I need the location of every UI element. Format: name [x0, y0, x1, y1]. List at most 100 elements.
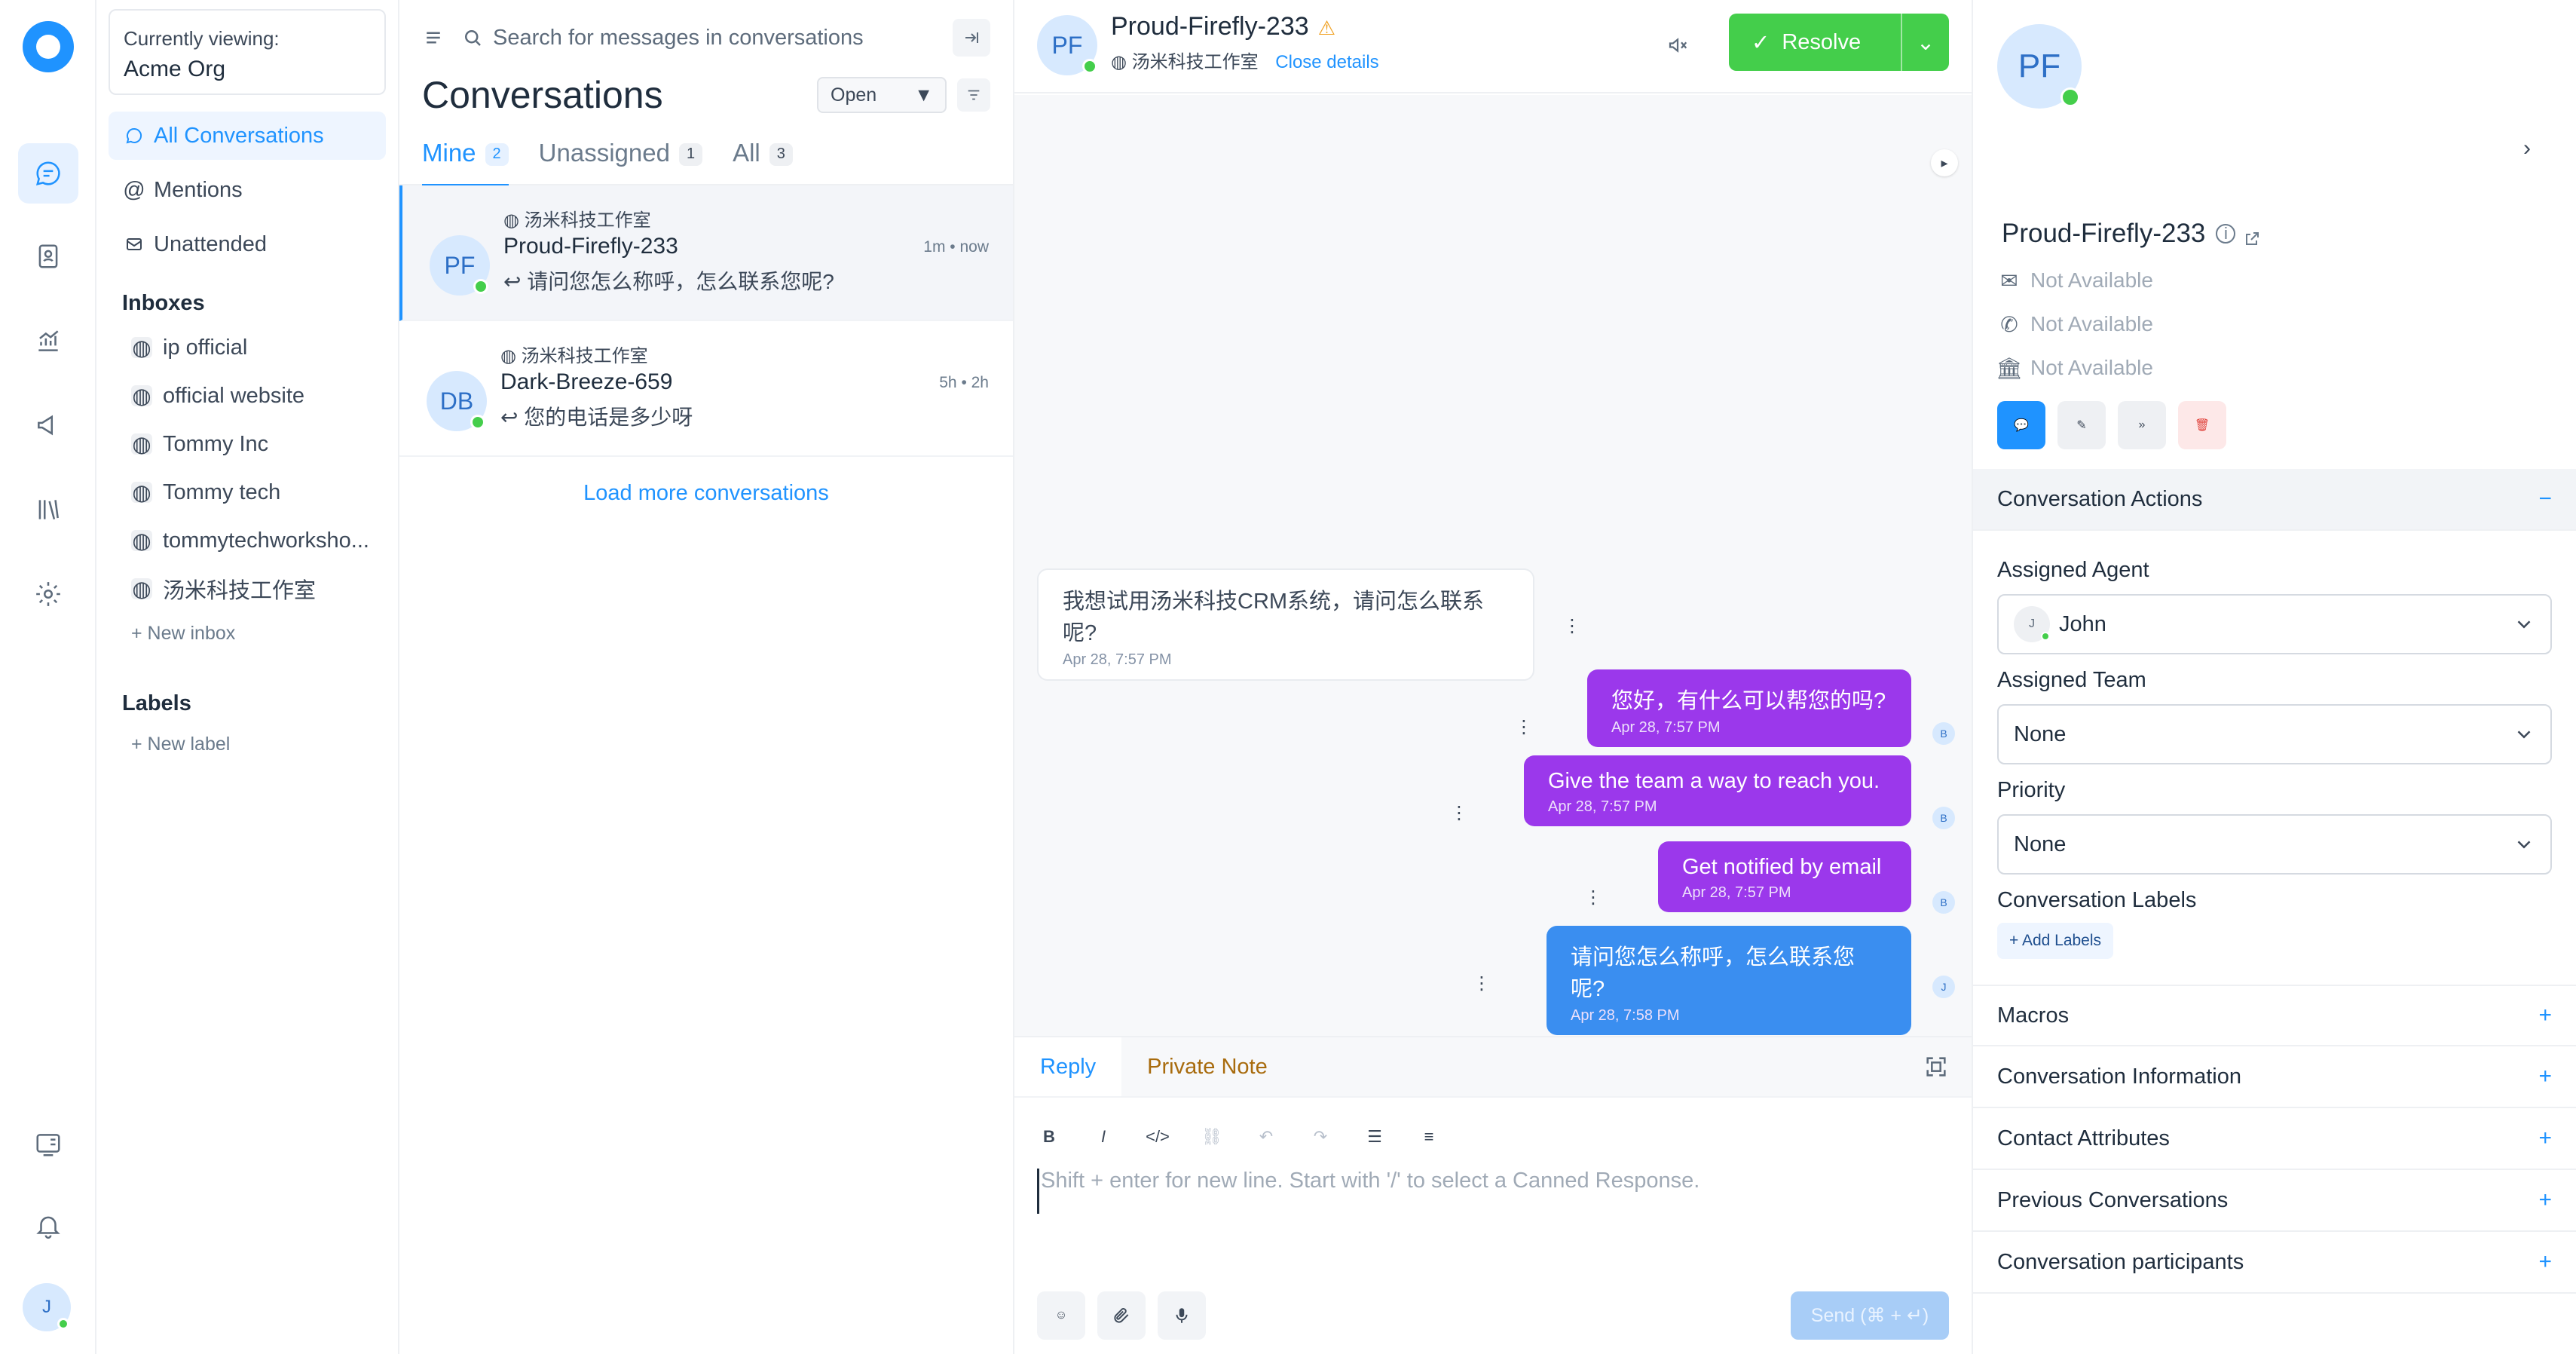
chevron-right-icon[interactable]: ›: [2523, 136, 2531, 161]
conversation-time: 1m • now: [923, 238, 989, 256]
new-message-button[interactable]: 💬: [1997, 401, 2045, 449]
resolve-dropdown-chevron-icon[interactable]: ⌄: [1901, 14, 1949, 71]
conversations-icon[interactable]: [18, 143, 78, 204]
link-icon[interactable]: ⛓: [1200, 1125, 1224, 1149]
expand-plus-icon: +: [2538, 1126, 2552, 1150]
collapse-sidebar-button[interactable]: [953, 19, 990, 57]
italic-icon[interactable]: I: [1091, 1125, 1115, 1149]
online-status-dot: [1082, 59, 1097, 74]
conversation-information-section[interactable]: Conversation Information +: [1973, 1046, 2576, 1108]
message-menu-icon[interactable]: ⋮: [1473, 973, 1491, 994]
info-icon[interactable]: i: [2216, 224, 2236, 244]
code-icon[interactable]: </>: [1146, 1125, 1170, 1149]
message-menu-icon[interactable]: ⋮: [1584, 887, 1602, 908]
microphone-icon[interactable]: [1158, 1291, 1206, 1340]
inbox-item[interactable]: ◍ Tommy Inc: [109, 420, 386, 468]
add-labels-button[interactable]: + Add Labels: [1997, 923, 2114, 959]
inbox-item[interactable]: ◍ tommytechworksho...: [109, 516, 386, 565]
merge-contact-button[interactable]: »: [2118, 401, 2166, 449]
tab-mine[interactable]: Mine 2: [422, 133, 509, 187]
new-inbox-link[interactable]: + New inbox: [109, 613, 386, 654]
bold-icon[interactable]: B: [1037, 1125, 1061, 1149]
emoji-icon[interactable]: ☺: [1037, 1291, 1085, 1340]
message-text: Get notified by email: [1682, 855, 1882, 879]
contact-attributes-section[interactable]: Contact Attributes +: [1973, 1108, 2576, 1170]
inbox-label: tommytechworksho...: [163, 528, 369, 553]
inbox-item[interactable]: ◍ 汤米科技工作室: [109, 565, 386, 613]
message-menu-icon[interactable]: ⋮: [1450, 802, 1468, 824]
hamburger-menu-icon[interactable]: [422, 26, 445, 49]
inbox-item[interactable]: ◍ ip official: [109, 323, 386, 372]
assigned-team-select[interactable]: None: [1997, 704, 2552, 764]
conversation-participants-section[interactable]: Conversation participants +: [1973, 1232, 2576, 1294]
load-more-conversations[interactable]: Load more conversations: [399, 481, 1013, 506]
status-filter-select[interactable]: Open ▼: [817, 77, 947, 113]
online-status-dot: [2041, 632, 2050, 641]
reports-icon[interactable]: [18, 311, 78, 371]
inbox-item[interactable]: ◍ Tommy tech: [109, 468, 386, 516]
attachment-icon[interactable]: [1097, 1291, 1146, 1340]
nav-mentions[interactable]: @ Mentions: [109, 166, 386, 214]
contact-avatar[interactable]: PF: [1037, 15, 1097, 75]
tab-reply[interactable]: Reply: [1014, 1037, 1122, 1096]
agent-initial: J: [1941, 981, 1947, 993]
send-button[interactable]: Send (⌘ + ↵): [1791, 1291, 1949, 1340]
tab-all[interactable]: All 3: [733, 133, 793, 185]
external-link-icon[interactable]: [2243, 225, 2261, 245]
expand-plus-icon: +: [2538, 1003, 2552, 1028]
conversation-card[interactable]: PF ◍ 汤米科技工作室 Proud-Firefly-233 ↩ 请问您怎么称呼…: [399, 185, 1013, 321]
close-details-link[interactable]: Close details: [1275, 52, 1378, 72]
nav-all-conversations-label: All Conversations: [154, 123, 324, 148]
inboxes-heading: Inboxes: [122, 291, 205, 315]
contacts-icon[interactable]: [18, 226, 78, 286]
settings-icon[interactable]: [18, 564, 78, 624]
inbox-item[interactable]: ◍ official website: [109, 372, 386, 420]
app-logo[interactable]: [23, 21, 74, 72]
notifications-bell-icon[interactable]: [18, 1196, 78, 1256]
edit-contact-button[interactable]: ✎: [2057, 401, 2106, 449]
priority-select[interactable]: None: [1997, 814, 2552, 875]
message-menu-icon[interactable]: ⋮: [1563, 615, 1581, 637]
nav-all-conversations[interactable]: All Conversations: [109, 112, 386, 160]
library-icon[interactable]: [18, 479, 78, 540]
agent-avatar: J: [1932, 976, 1955, 998]
trash-icon: 🗑: [2194, 419, 2210, 432]
bullet-list-icon[interactable]: ☰: [1363, 1125, 1387, 1149]
conversation-last-message: ↩ 请问您怎么称呼，怎么联系您呢?: [503, 270, 834, 293]
new-label-link[interactable]: + New label: [109, 724, 386, 764]
numbered-list-icon[interactable]: ≡: [1417, 1125, 1441, 1149]
account-switcher[interactable]: Currently viewing: Acme Org: [109, 9, 386, 95]
dashboard-apps-icon[interactable]: [18, 1114, 78, 1175]
message-time: Apr 28, 7:57 PM: [1611, 719, 1721, 736]
filter-button[interactable]: [957, 78, 990, 112]
reply-editor[interactable]: Shift + enter for new line. Start with '…: [1037, 1169, 1972, 1214]
tab-unassigned[interactable]: Unassigned 1: [539, 133, 703, 185]
mute-icon[interactable]: [1663, 30, 1693, 60]
user-avatar[interactable]: J: [23, 1283, 71, 1331]
sender-avatar: B: [1932, 807, 1955, 829]
campaigns-icon[interactable]: [18, 395, 78, 455]
contact-company-value: Not Available: [2030, 356, 2153, 379]
resolve-button[interactable]: ✓ Resolve ⌄: [1729, 14, 1949, 71]
resolve-main[interactable]: ✓ Resolve: [1729, 29, 1901, 56]
at-sign-icon: @: [123, 177, 145, 202]
toggle-panel-caret-icon[interactable]: ▸: [1931, 149, 1958, 176]
undo-icon[interactable]: ↶: [1254, 1125, 1278, 1149]
expand-icon[interactable]: [1923, 1054, 1950, 1081]
nav-unattended[interactable]: Unattended: [109, 220, 386, 268]
contact-avatar: PF: [430, 235, 490, 296]
redo-icon[interactable]: ↷: [1308, 1125, 1332, 1149]
tab-private-note[interactable]: Private Note: [1121, 1037, 1293, 1096]
message-list: ▸ 我想试用汤米科技CRM系统，请问怎么联系呢? Apr 28, 7:57 PM…: [1014, 95, 1972, 1036]
conversation-actions-section[interactable]: Conversation Actions −: [1973, 469, 2576, 531]
chevron-down-icon: [2513, 723, 2535, 746]
previous-conversations-section[interactable]: Previous Conversations +: [1973, 1170, 2576, 1232]
macros-section[interactable]: Macros +: [1973, 985, 2576, 1046]
message-menu-icon[interactable]: ⋮: [1515, 716, 1533, 738]
collapse-minus-icon: −: [2538, 486, 2552, 511]
delete-contact-button[interactable]: 🗑: [2178, 401, 2226, 449]
conversation-card[interactable]: DB ◍ 汤米科技工作室 Dark-Breeze-659 ↩ 您的电话是多少呀 …: [399, 321, 1013, 457]
assigned-agent-select[interactable]: J John: [1997, 594, 2552, 654]
search-input[interactable]: Search for messages in conversations: [461, 19, 953, 57]
priority-value: None: [2014, 832, 2067, 856]
